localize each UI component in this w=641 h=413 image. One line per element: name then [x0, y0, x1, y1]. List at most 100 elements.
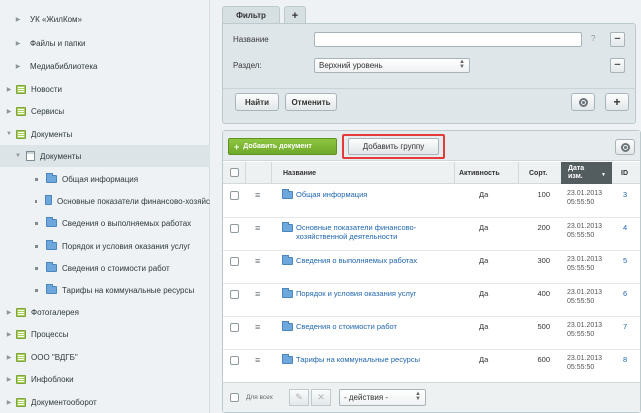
- column-id[interactable]: ID: [621, 162, 628, 184]
- sidebar-item[interactable]: Порядок и условия оказания услуг: [0, 235, 210, 257]
- add-group-button[interactable]: Добавить группу: [348, 138, 439, 155]
- row-id-link[interactable]: 6: [623, 289, 627, 298]
- sidebar-item[interactable]: ▶ Файлы и папки: [0, 32, 210, 54]
- sidebar-item[interactable]: Основные показатели финансово-хозяйс: [0, 190, 210, 212]
- list-settings-button[interactable]: [615, 139, 635, 155]
- row-checkbox[interactable]: [230, 257, 239, 266]
- expand-arrow-icon[interactable]: ▶: [5, 309, 13, 316]
- tab-filter[interactable]: Фильтр: [222, 6, 280, 24]
- sidebar-item-label: Документы: [31, 129, 73, 139]
- row-sort: 600: [537, 355, 550, 364]
- folder-icon: [46, 240, 57, 250]
- expand-arrow-icon[interactable]: ▶: [5, 399, 13, 406]
- row-name-link[interactable]: Сведения о выполняемых работах: [296, 256, 446, 265]
- table-row[interactable]: ≡ Сведения о стоимости работ Да 500 23.01.20…: [223, 317, 640, 350]
- row-checkbox[interactable]: [230, 356, 239, 365]
- add-filter-tab-button[interactable]: +: [284, 6, 306, 24]
- section-select[interactable]: Верхний уровень ▲ ▼: [314, 58, 470, 73]
- column-sort[interactable]: Сорт.: [529, 162, 547, 184]
- actions-select[interactable]: - действия - ▲ ▼: [339, 389, 426, 406]
- sidebar-item[interactable]: Сведения о стоимости работ: [0, 257, 210, 279]
- sidebar-item[interactable]: ▶ Инфоблоки: [0, 368, 210, 390]
- expand-arrow-icon[interactable]: ▶: [14, 63, 22, 70]
- sidebar-item[interactable]: ▶ Новости: [0, 78, 210, 100]
- sidebar-item[interactable]: ▼ Документы: [0, 145, 210, 167]
- gear-icon: [578, 97, 588, 107]
- row-name-link[interactable]: Общая информация: [296, 190, 446, 199]
- help-icon[interactable]: ?: [591, 34, 595, 43]
- row-checkbox[interactable]: [230, 191, 239, 200]
- row-menu-icon[interactable]: ≡: [255, 191, 260, 200]
- row-date-day: 23.01.2013: [567, 355, 603, 362]
- row-activity: Да: [479, 256, 489, 265]
- row-name-link[interactable]: Основные показатели финансово-хозяйствен…: [296, 223, 446, 241]
- for-all-label: Для всех: [246, 394, 273, 401]
- sidebar-item[interactable]: Общая информация: [0, 168, 210, 190]
- expand-arrow-icon[interactable]: ▶: [5, 354, 13, 361]
- row-name-link[interactable]: Тарифы на коммунальные ресурсы: [296, 355, 446, 364]
- table-row[interactable]: ≡ Основные показатели финансово-хозяйстве…: [223, 218, 640, 251]
- row-activity: Да: [479, 322, 489, 331]
- select-all-checkbox[interactable]: [230, 168, 239, 177]
- for-all-checkbox[interactable]: [230, 393, 239, 402]
- expand-arrow-icon[interactable]: ▼: [5, 131, 13, 137]
- iblock-icon: [16, 129, 26, 139]
- add-filter-button[interactable]: +: [605, 93, 629, 111]
- sidebar-item[interactable]: ▶ Процессы: [0, 323, 210, 345]
- row-menu-icon[interactable]: ≡: [255, 323, 260, 332]
- filter-settings-button[interactable]: [571, 93, 595, 111]
- expand-arrow-icon[interactable]: ▶: [5, 86, 13, 93]
- sidebar-item[interactable]: ▶ ООО "ВДГБ": [0, 346, 210, 368]
- column-activity[interactable]: Активность: [459, 162, 500, 184]
- sidebar-item[interactable]: Сведения о выполняемых работах: [0, 212, 210, 234]
- row-id-link[interactable]: 4: [623, 223, 627, 232]
- row-menu-icon[interactable]: ≡: [255, 356, 260, 365]
- expand-arrow-icon[interactable]: ▶: [5, 108, 13, 115]
- row-name-link[interactable]: Сведения о стоимости работ: [296, 322, 446, 331]
- table-row[interactable]: ≡ Порядок и условия оказания услуг Да 400 23…: [223, 284, 640, 317]
- row-date-time: 05:55:50: [567, 364, 595, 371]
- expand-arrow-icon[interactable]: ▶: [5, 376, 13, 383]
- row-menu-icon[interactable]: ≡: [255, 224, 260, 233]
- remove-section-filter-button[interactable]: −: [610, 58, 625, 73]
- iblock-icon: [16, 106, 26, 116]
- expand-arrow-icon[interactable]: ▶: [14, 16, 22, 23]
- row-id-link[interactable]: 8: [623, 355, 627, 364]
- sidebar-item[interactable]: ▶ Сервисы: [0, 100, 210, 122]
- sidebar-item[interactable]: Тарифы на коммунальные ресурсы: [0, 279, 210, 301]
- cancel-button[interactable]: Отменить: [285, 93, 337, 111]
- column-name[interactable]: Название: [283, 162, 316, 184]
- table-row[interactable]: ≡ Тарифы на коммунальные ресурсы Да 600 23.0…: [223, 350, 640, 383]
- row-menu-icon[interactable]: ≡: [255, 257, 260, 266]
- expand-arrow-icon[interactable]: ▶: [14, 40, 22, 47]
- delete-icon[interactable]: ✕: [311, 389, 331, 406]
- name-input[interactable]: [314, 32, 582, 47]
- table-row[interactable]: ≡ Сведения о выполняемых работах Да 300 23.0…: [223, 251, 640, 284]
- add-document-button[interactable]: + Добавить документ: [228, 138, 337, 155]
- sidebar-item[interactable]: ▶ Медиабиблиотека: [0, 55, 210, 77]
- expand-arrow-icon[interactable]: ▶: [5, 331, 13, 338]
- sidebar-item[interactable]: ▶ Документооборот: [0, 391, 210, 413]
- sidebar-item[interactable]: ▼ Документы: [0, 123, 210, 145]
- sidebar-item-label: УК «ЖилКом»: [30, 14, 82, 24]
- table-row[interactable]: ≡ Общая информация Да 100 23.01.2013 05:55:50…: [223, 185, 640, 218]
- row-date-day: 23.01.2013: [567, 223, 603, 230]
- row-checkbox[interactable]: [230, 323, 239, 332]
- folder-icon: [46, 284, 57, 294]
- sidebar-item[interactable]: ▶ УК «ЖилКом»: [0, 8, 210, 30]
- row-checkbox[interactable]: [230, 224, 239, 233]
- edit-icon[interactable]: ✎: [289, 389, 309, 406]
- find-button[interactable]: Найти: [235, 93, 279, 111]
- divider: [223, 88, 635, 89]
- select-arrows-icon: ▲ ▼: [415, 391, 421, 402]
- column-date[interactable]: Дата изм. ▼: [561, 162, 612, 184]
- remove-name-filter-button[interactable]: −: [610, 32, 625, 47]
- sidebar-item[interactable]: ▶ Фотогалерея: [0, 301, 210, 323]
- row-id-link[interactable]: 7: [623, 322, 627, 331]
- row-menu-icon[interactable]: ≡: [255, 290, 260, 299]
- row-id-link[interactable]: 3: [623, 190, 627, 199]
- expand-arrow-icon[interactable]: ▼: [14, 153, 22, 159]
- row-name-link[interactable]: Порядок и условия оказания услуг: [296, 289, 446, 298]
- row-checkbox[interactable]: [230, 290, 239, 299]
- row-id-link[interactable]: 5: [623, 256, 627, 265]
